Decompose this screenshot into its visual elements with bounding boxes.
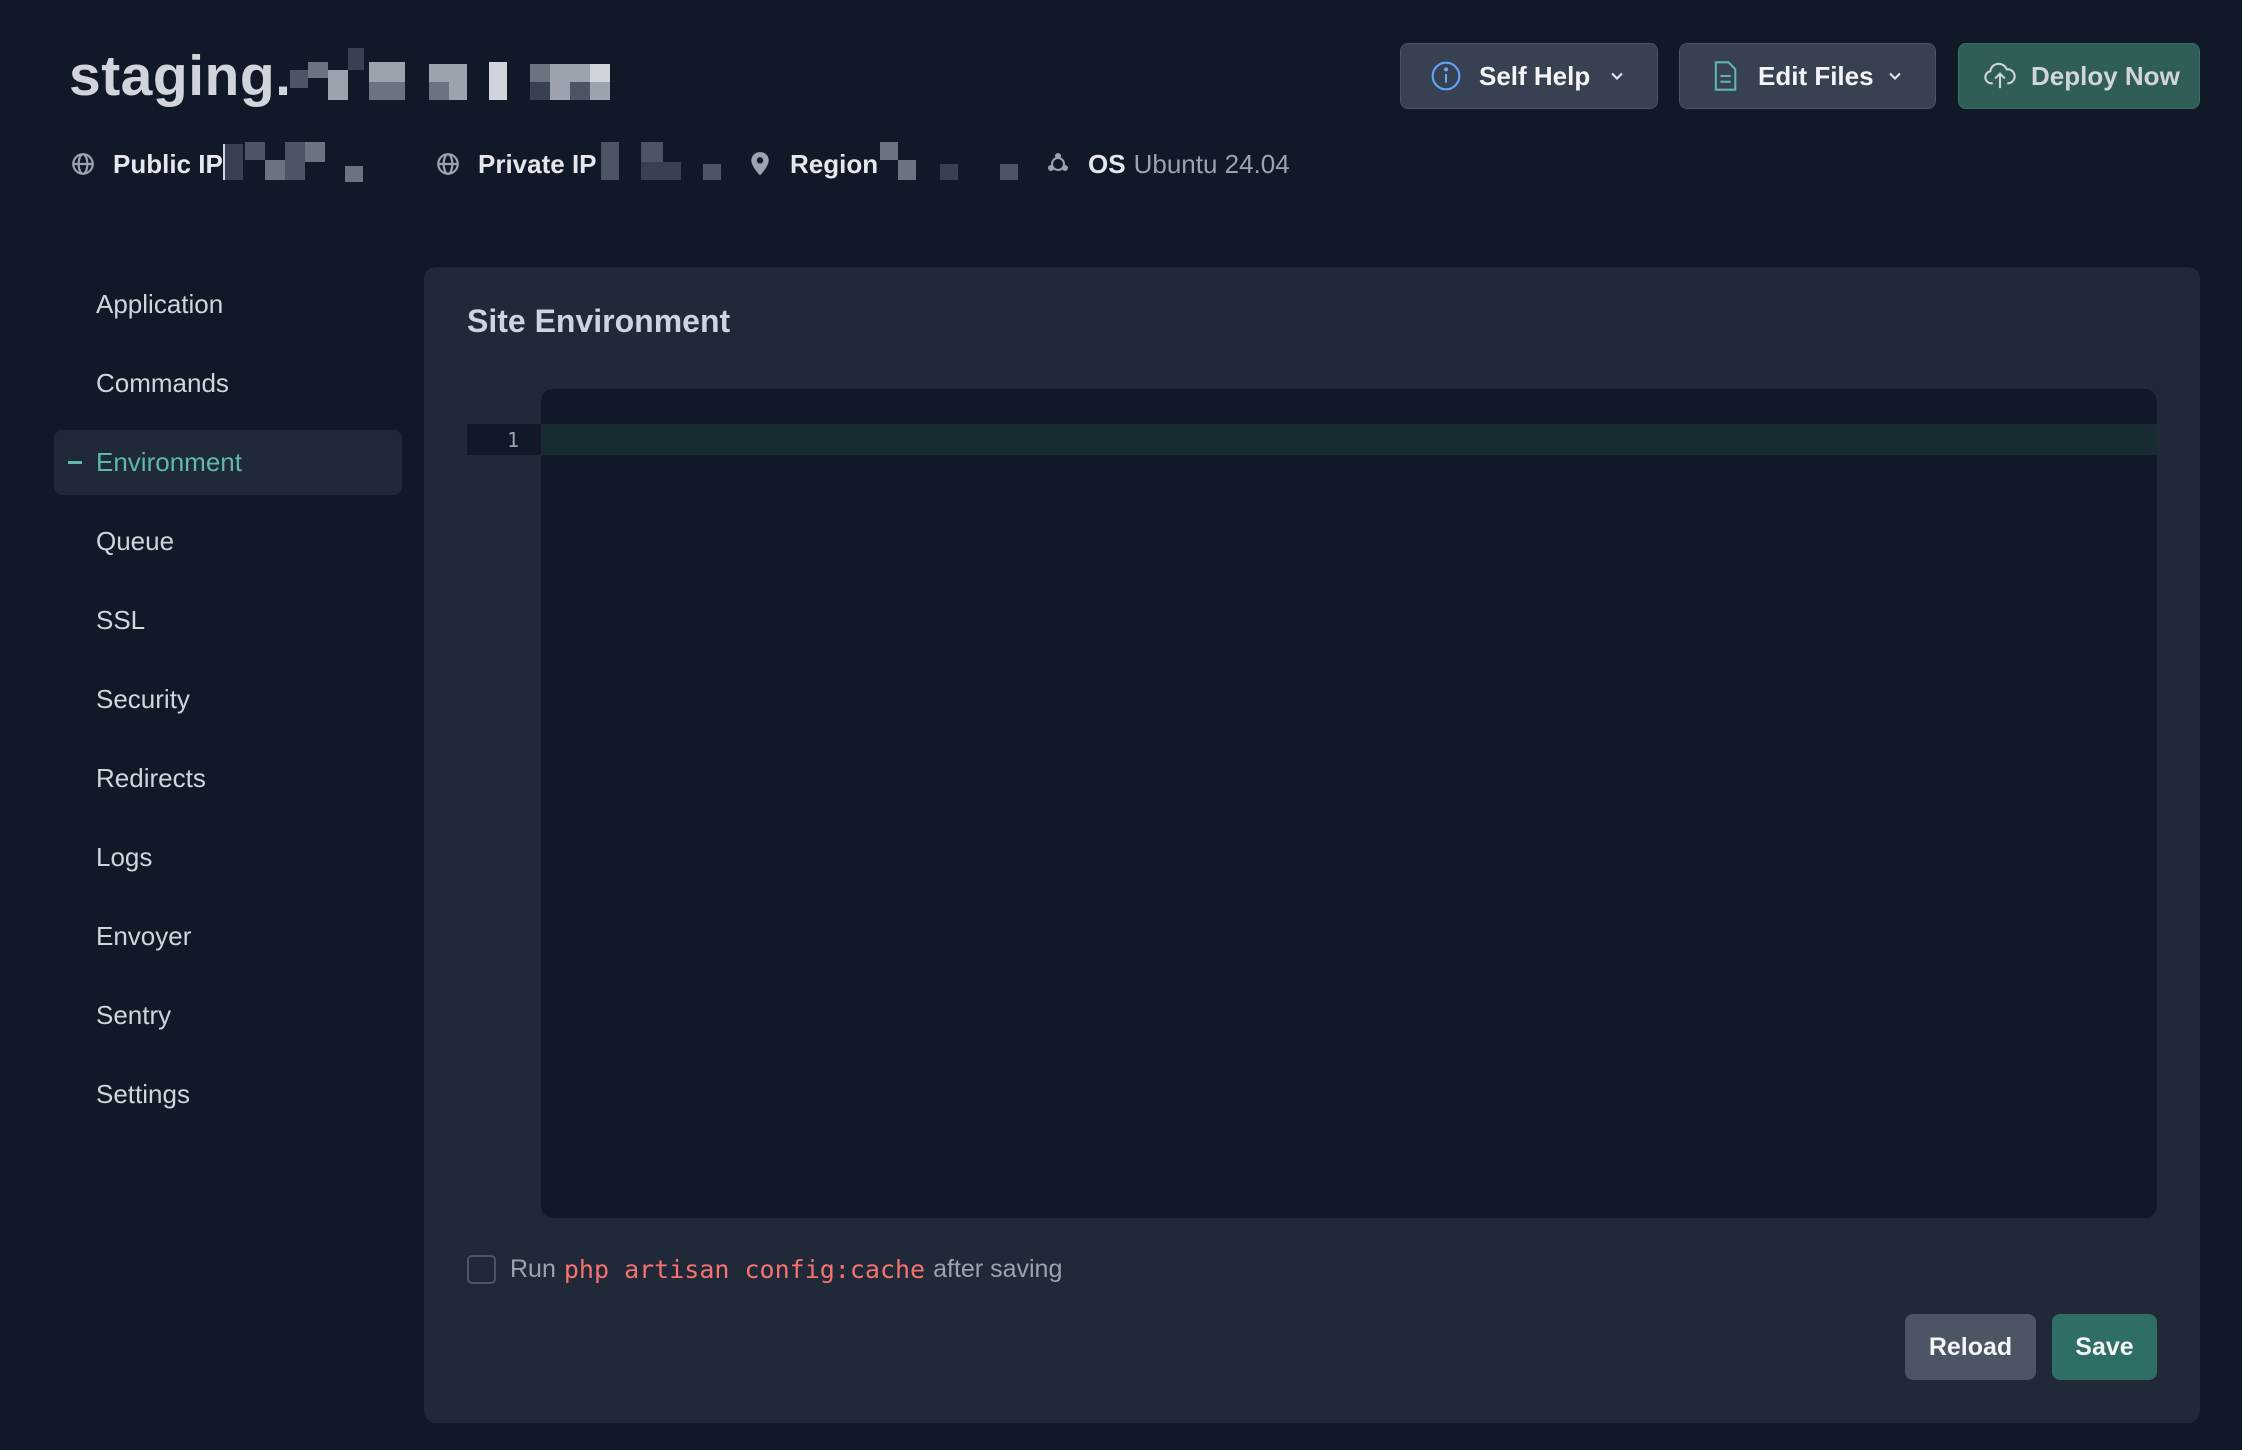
sidebar-item-label: Settings (96, 1079, 190, 1109)
globe-icon (434, 150, 462, 178)
sidebar-item-label: Redirects (96, 763, 206, 793)
sidebar-item-label: Environment (96, 447, 242, 477)
sidebar-item-redirects[interactable]: Redirects (54, 746, 402, 811)
redacted-public-ip (222, 142, 363, 186)
sidebar-nav: Application Commands Environment Queue S… (54, 272, 402, 1141)
option-command: php artisan config:cache (563, 1254, 926, 1284)
redacted-hostname (285, 48, 630, 104)
redacted-region (878, 142, 1019, 186)
sidebar-item-envoyer[interactable]: Envoyer (54, 904, 402, 969)
sidebar-item-security[interactable]: Security (54, 667, 402, 732)
save-button[interactable]: Save (2052, 1314, 2157, 1380)
os-meta: OS Ubuntu 24.04 (1044, 142, 1290, 186)
private-ip-label: Private IP (478, 148, 597, 179)
deploy-now-label: Deploy Now (2031, 60, 2180, 91)
option-suffix: after saving (933, 1254, 1063, 1283)
editor-code-area[interactable] (541, 389, 2157, 1218)
sidebar-item-label: Application (96, 289, 224, 319)
public-ip-meta: Public IP (69, 142, 363, 186)
cloud-upload-icon (1983, 59, 2017, 93)
redacted-private-ip (597, 142, 722, 186)
globe-icon (69, 150, 97, 178)
sidebar-item-label: SSL (96, 605, 146, 635)
site-environment-panel: Site Environment 1 Run php artisan confi… (424, 267, 2200, 1423)
sidebar-item-label: Logs (96, 842, 153, 872)
panel-title: Site Environment (467, 302, 731, 339)
edit-files-button[interactable]: Edit Files (1679, 43, 1936, 109)
sidebar-item-label: Queue (96, 526, 175, 556)
sidebar-item-logs[interactable]: Logs (54, 825, 402, 890)
os-label: OS (1088, 148, 1126, 179)
sidebar-item-settings[interactable]: Settings (54, 1062, 402, 1127)
env-editor[interactable]: 1 (467, 389, 2157, 1218)
sidebar-item-application[interactable]: Application (54, 272, 402, 337)
region-meta: Region (746, 142, 1019, 186)
region-label: Region (790, 148, 879, 179)
os-value: Ubuntu 24.04 (1133, 148, 1290, 179)
edit-files-label: Edit Files (1758, 60, 1874, 91)
editor-gutter: 1 (467, 389, 541, 1218)
server-meta-row: Public IP Private IP Region OS Ubuntu 24… (69, 142, 1369, 186)
sidebar-item-label: Sentry (96, 1000, 172, 1030)
config-cache-option: Run php artisan config:cache after savin… (467, 1247, 1062, 1291)
sidebar-item-queue[interactable]: Queue (54, 509, 402, 574)
file-icon (1708, 59, 1742, 93)
ubuntu-icon (1044, 150, 1072, 178)
reload-button[interactable]: Reload (1905, 1314, 2036, 1380)
sidebar-item-commands[interactable]: Commands (54, 351, 402, 416)
map-pin-icon (746, 150, 774, 178)
sidebar-item-environment[interactable]: Environment (54, 430, 402, 495)
info-icon (1429, 59, 1463, 93)
sidebar-item-label: Envoyer (96, 921, 192, 951)
option-prefix: Run (510, 1254, 556, 1283)
sidebar-item-sentry[interactable]: Sentry (54, 983, 402, 1048)
self-help-button[interactable]: Self Help (1400, 43, 1658, 109)
sidebar-item-label: Commands (96, 368, 229, 398)
site-title: staging. (69, 44, 292, 108)
sidebar-item-label: Security (96, 684, 190, 714)
self-help-label: Self Help (1479, 60, 1591, 91)
config-cache-checkbox[interactable] (467, 1254, 496, 1284)
public-ip-label: Public IP (113, 148, 223, 179)
active-indicator (68, 461, 82, 464)
deploy-now-button[interactable]: Deploy Now (1958, 43, 2200, 109)
private-ip-meta: Private IP (434, 142, 722, 186)
line-number: 1 (467, 424, 541, 455)
active-line-highlight (541, 424, 2157, 455)
chevron-down-icon (1605, 64, 1629, 88)
chevron-down-icon (1883, 64, 1907, 88)
sidebar-item-ssl[interactable]: SSL (54, 588, 402, 653)
